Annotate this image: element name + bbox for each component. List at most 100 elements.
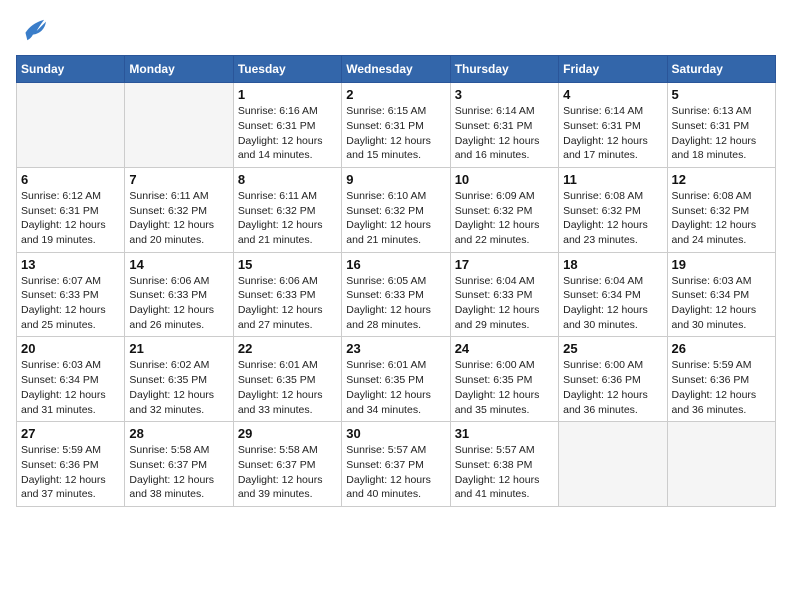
day-number: 9 bbox=[346, 172, 445, 187]
day-info: Sunrise: 6:05 AMSunset: 6:33 PMDaylight:… bbox=[346, 274, 445, 333]
day-info: Sunrise: 6:04 AMSunset: 6:33 PMDaylight:… bbox=[455, 274, 554, 333]
day-number: 19 bbox=[672, 257, 771, 272]
calendar-cell: 10 Sunrise: 6:09 AMSunset: 6:32 PMDayligh… bbox=[450, 167, 558, 252]
calendar-cell: 18Sunrise: 6:04 AMSunset: 6:34 PMDayligh… bbox=[559, 252, 667, 337]
day-number: 15 bbox=[238, 257, 337, 272]
calendar-cell bbox=[559, 422, 667, 507]
day-info: Sunrise: 6:11 AMSunset: 6:32 PMDaylight:… bbox=[238, 189, 337, 248]
calendar-cell: 23 Sunrise: 6:01 AMSunset: 6:35 PMDayligh… bbox=[342, 337, 450, 422]
day-number: 29 bbox=[238, 426, 337, 441]
calendar-cell: 26 Sunrise: 5:59 AMSunset: 6:36 PMDayligh… bbox=[667, 337, 775, 422]
calendar-cell: 6 Sunrise: 6:12 AMSunset: 6:31 PMDaylight… bbox=[17, 167, 125, 252]
calendar-cell: 1 Sunrise: 6:16 AMSunset: 6:31 PMDaylight… bbox=[233, 83, 341, 168]
day-number: 27 bbox=[21, 426, 120, 441]
day-number: 10 bbox=[455, 172, 554, 187]
day-info: Sunrise: 6:16 AMSunset: 6:31 PMDaylight:… bbox=[238, 104, 337, 163]
day-number: 28 bbox=[129, 426, 228, 441]
day-number: 16 bbox=[346, 257, 445, 272]
day-info: Sunrise: 6:15 AMSunset: 6:31 PMDaylight:… bbox=[346, 104, 445, 163]
day-number: 11 bbox=[563, 172, 662, 187]
day-number: 25 bbox=[563, 341, 662, 356]
day-number: 26 bbox=[672, 341, 771, 356]
day-info: Sunrise: 6:03 AMSunset: 6:34 PMDaylight:… bbox=[21, 358, 120, 417]
day-info: Sunrise: 5:57 AMSunset: 6:38 PMDaylight:… bbox=[455, 443, 554, 502]
calendar-cell bbox=[125, 83, 233, 168]
calendar-cell: 28 Sunrise: 5:58 AMSunset: 6:37 PMDayligh… bbox=[125, 422, 233, 507]
day-number: 30 bbox=[346, 426, 445, 441]
day-number: 14 bbox=[129, 257, 228, 272]
calendar-cell: 2 Sunrise: 6:15 AMSunset: 6:31 PMDaylight… bbox=[342, 83, 450, 168]
day-info: Sunrise: 6:02 AMSunset: 6:35 PMDaylight:… bbox=[129, 358, 228, 417]
calendar-cell: 21 Sunrise: 6:02 AMSunset: 6:35 PMDayligh… bbox=[125, 337, 233, 422]
calendar-cell: 24 Sunrise: 6:00 AMSunset: 6:35 PMDayligh… bbox=[450, 337, 558, 422]
week-row-2: 6 Sunrise: 6:12 AMSunset: 6:31 PMDaylight… bbox=[17, 167, 776, 252]
week-row-1: 1 Sunrise: 6:16 AMSunset: 6:31 PMDaylight… bbox=[17, 83, 776, 168]
calendar-cell: 12 Sunrise: 6:08 AMSunset: 6:32 PMDayligh… bbox=[667, 167, 775, 252]
calendar-cell: 8 Sunrise: 6:11 AMSunset: 6:32 PMDaylight… bbox=[233, 167, 341, 252]
day-number: 21 bbox=[129, 341, 228, 356]
day-info: Sunrise: 6:12 AMSunset: 6:31 PMDaylight:… bbox=[21, 189, 120, 248]
weekday-header-saturday: Saturday bbox=[667, 56, 775, 83]
calendar-cell bbox=[667, 422, 775, 507]
day-number: 6 bbox=[21, 172, 120, 187]
day-number: 2 bbox=[346, 87, 445, 102]
day-number: 4 bbox=[563, 87, 662, 102]
day-info: Sunrise: 5:58 AMSunset: 6:37 PMDaylight:… bbox=[129, 443, 228, 502]
weekday-header-tuesday: Tuesday bbox=[233, 56, 341, 83]
calendar-cell: 5 Sunrise: 6:13 AMSunset: 6:31 PMDaylight… bbox=[667, 83, 775, 168]
calendar-cell: 4 Sunrise: 6:14 AMSunset: 6:31 PMDaylight… bbox=[559, 83, 667, 168]
day-info: Sunrise: 6:14 AMSunset: 6:31 PMDaylight:… bbox=[563, 104, 662, 163]
day-info: Sunrise: 6:00 AMSunset: 6:35 PMDaylight:… bbox=[455, 358, 554, 417]
calendar-cell: 15Sunrise: 6:06 AMSunset: 6:33 PMDayligh… bbox=[233, 252, 341, 337]
calendar-cell: 11Sunrise: 6:08 AMSunset: 6:32 PMDayligh… bbox=[559, 167, 667, 252]
day-info: Sunrise: 5:58 AMSunset: 6:37 PMDaylight:… bbox=[238, 443, 337, 502]
day-info: Sunrise: 6:01 AMSunset: 6:35 PMDaylight:… bbox=[346, 358, 445, 417]
week-row-4: 20 Sunrise: 6:03 AMSunset: 6:34 PMDayligh… bbox=[17, 337, 776, 422]
weekday-header-monday: Monday bbox=[125, 56, 233, 83]
logo-bird-icon bbox=[18, 16, 46, 44]
weekday-header-thursday: Thursday bbox=[450, 56, 558, 83]
day-number: 8 bbox=[238, 172, 337, 187]
day-number: 1 bbox=[238, 87, 337, 102]
calendar-cell: 7Sunrise: 6:11 AMSunset: 6:32 PMDaylight… bbox=[125, 167, 233, 252]
day-info: Sunrise: 6:13 AMSunset: 6:31 PMDaylight:… bbox=[672, 104, 771, 163]
day-number: 24 bbox=[455, 341, 554, 356]
calendar-cell: 22 Sunrise: 6:01 AMSunset: 6:35 PMDayligh… bbox=[233, 337, 341, 422]
day-info: Sunrise: 6:08 AMSunset: 6:32 PMDaylight:… bbox=[672, 189, 771, 248]
day-number: 23 bbox=[346, 341, 445, 356]
calendar-cell: 14 Sunrise: 6:06 AMSunset: 6:33 PMDayligh… bbox=[125, 252, 233, 337]
calendar-cell bbox=[17, 83, 125, 168]
calendar-cell: 20 Sunrise: 6:03 AMSunset: 6:34 PMDayligh… bbox=[17, 337, 125, 422]
day-number: 12 bbox=[672, 172, 771, 187]
logo bbox=[16, 16, 46, 45]
weekday-header-friday: Friday bbox=[559, 56, 667, 83]
day-info: Sunrise: 5:57 AMSunset: 6:37 PMDaylight:… bbox=[346, 443, 445, 502]
day-number: 20 bbox=[21, 341, 120, 356]
day-info: Sunrise: 6:01 AMSunset: 6:35 PMDaylight:… bbox=[238, 358, 337, 417]
day-info: Sunrise: 6:03 AMSunset: 6:34 PMDaylight:… bbox=[672, 274, 771, 333]
day-number: 13 bbox=[21, 257, 120, 272]
day-number: 5 bbox=[672, 87, 771, 102]
day-number: 31 bbox=[455, 426, 554, 441]
calendar-cell: 27 Sunrise: 5:59 AMSunset: 6:36 PMDayligh… bbox=[17, 422, 125, 507]
calendar-cell: 13 Sunrise: 6:07 AMSunset: 6:33 PMDayligh… bbox=[17, 252, 125, 337]
calendar-cell: 30 Sunrise: 5:57 AMSunset: 6:37 PMDayligh… bbox=[342, 422, 450, 507]
day-info: Sunrise: 5:59 AMSunset: 6:36 PMDaylight:… bbox=[21, 443, 120, 502]
calendar-table: SundayMondayTuesdayWednesdayThursdayFrid… bbox=[16, 55, 776, 507]
calendar-cell: 16 Sunrise: 6:05 AMSunset: 6:33 PMDayligh… bbox=[342, 252, 450, 337]
day-info: Sunrise: 6:07 AMSunset: 6:33 PMDaylight:… bbox=[21, 274, 120, 333]
day-info: Sunrise: 6:10 AMSunset: 6:32 PMDaylight:… bbox=[346, 189, 445, 248]
weekday-header-row: SundayMondayTuesdayWednesdayThursdayFrid… bbox=[17, 56, 776, 83]
calendar-cell: 31 Sunrise: 5:57 AMSunset: 6:38 PMDayligh… bbox=[450, 422, 558, 507]
calendar-cell: 25Sunrise: 6:00 AMSunset: 6:36 PMDayligh… bbox=[559, 337, 667, 422]
day-number: 22 bbox=[238, 341, 337, 356]
weekday-header-sunday: Sunday bbox=[17, 56, 125, 83]
calendar-cell: 3Sunrise: 6:14 AMSunset: 6:31 PMDaylight… bbox=[450, 83, 558, 168]
day-info: Sunrise: 6:06 AMSunset: 6:33 PMDaylight:… bbox=[129, 274, 228, 333]
weekday-header-wednesday: Wednesday bbox=[342, 56, 450, 83]
day-info: Sunrise: 5:59 AMSunset: 6:36 PMDaylight:… bbox=[672, 358, 771, 417]
logo-text bbox=[16, 16, 46, 49]
day-info: Sunrise: 6:11 AMSunset: 6:32 PMDaylight:… bbox=[129, 189, 228, 248]
page-header bbox=[16, 16, 776, 45]
day-info: Sunrise: 6:09 AMSunset: 6:32 PMDaylight:… bbox=[455, 189, 554, 248]
